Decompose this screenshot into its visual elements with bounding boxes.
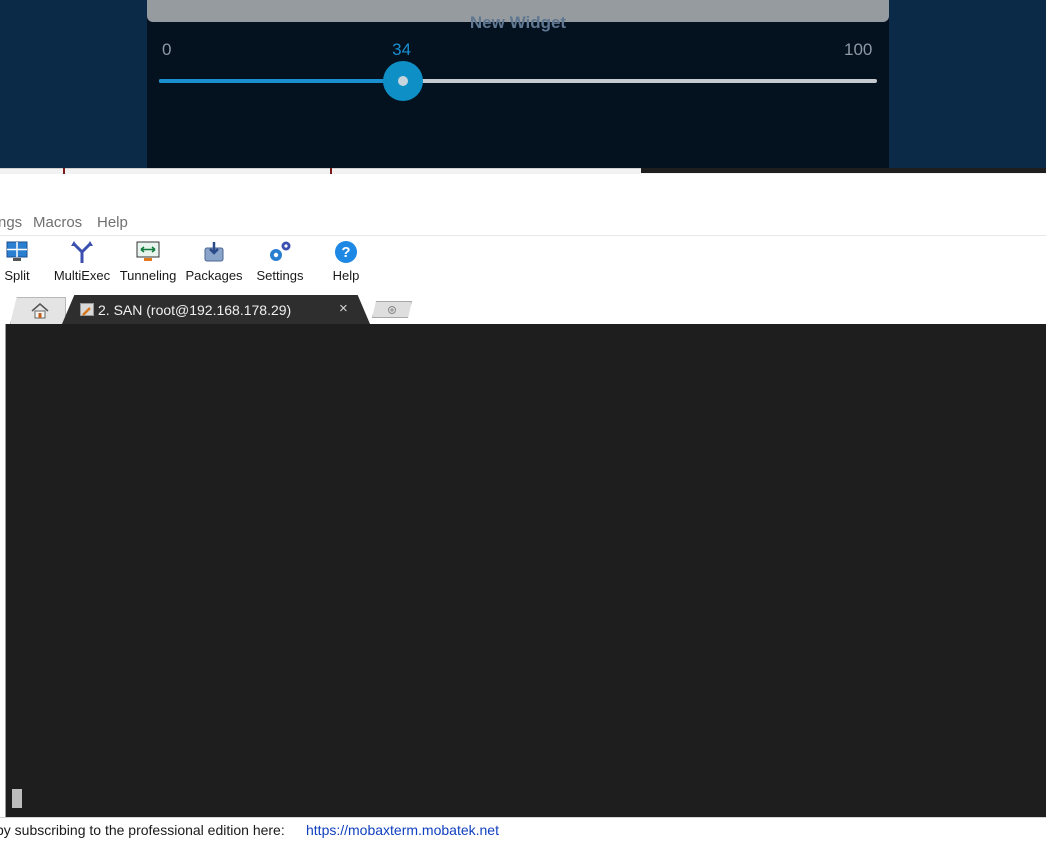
terminal-area[interactable] xyxy=(0,324,1046,817)
widget-title: New Widget xyxy=(469,13,567,32)
slider-fill xyxy=(159,79,404,83)
help-icon: ? xyxy=(335,241,357,263)
terminal-cursor xyxy=(12,789,22,808)
multiexec-label: MultiExec xyxy=(53,268,111,283)
slider-max-label: 100 xyxy=(844,40,873,59)
menu-help[interactable]: Help xyxy=(97,214,128,231)
tab-bar: 2. SAN (root@192.168.178.29) × xyxy=(0,293,1046,324)
slider-thumb[interactable] xyxy=(383,61,424,101)
menu-macros[interactable]: Macros xyxy=(33,214,82,231)
home-icon xyxy=(31,303,49,319)
slider-min-label: 0 xyxy=(162,40,172,59)
new-tab-icon xyxy=(388,306,396,314)
status-bar: by subscribing to the professional editi… xyxy=(0,817,1046,842)
tunneling-label: Tunneling xyxy=(119,268,177,283)
multiexec-button[interactable]: MultiExec xyxy=(52,240,112,290)
settings-icon xyxy=(270,241,291,261)
slider-track[interactable] xyxy=(159,79,877,83)
help-label: Help xyxy=(332,268,360,283)
split-label: Split xyxy=(4,268,30,283)
packages-icon xyxy=(204,242,224,262)
close-icon[interactable]: × xyxy=(339,300,348,317)
split-icon xyxy=(6,241,28,261)
tunneling-icon xyxy=(136,241,160,261)
dark-strip xyxy=(641,168,1046,173)
packages-button[interactable]: Packages xyxy=(184,240,244,290)
settings-button[interactable]: Settings xyxy=(252,240,308,290)
session-tab[interactable]: 2. SAN (root@192.168.178.29) × xyxy=(62,295,370,324)
svg-text:?: ? xyxy=(341,244,350,261)
new-tab-button[interactable] xyxy=(372,301,412,318)
session-tab-label: 2. SAN (root@192.168.178.29) xyxy=(98,302,292,318)
packages-label: Packages xyxy=(185,268,243,283)
ssh-session-icon xyxy=(80,303,94,316)
tunneling-button[interactable]: Tunneling xyxy=(118,240,178,290)
home-tab[interactable] xyxy=(10,297,66,324)
toolbar: Split MultiExec Tunneling Packages Setti… xyxy=(0,235,1046,293)
strip-divider xyxy=(63,168,65,174)
slider-value-label: 34 xyxy=(392,40,412,59)
strip-divider xyxy=(330,168,332,174)
terminal-left-border xyxy=(0,324,6,817)
help-button[interactable]: ? Help xyxy=(325,240,367,290)
settings-label: Settings xyxy=(256,268,304,283)
status-text: by subscribing to the professional editi… xyxy=(0,822,285,838)
menu-settings[interactable]: ngs xyxy=(0,214,22,231)
multiexec-icon xyxy=(71,241,93,263)
menu-bar: ngs Macros Help xyxy=(0,212,1046,234)
split-button[interactable]: Split xyxy=(0,240,34,290)
status-link[interactable]: https://mobaxterm.mobatek.net xyxy=(306,822,499,838)
